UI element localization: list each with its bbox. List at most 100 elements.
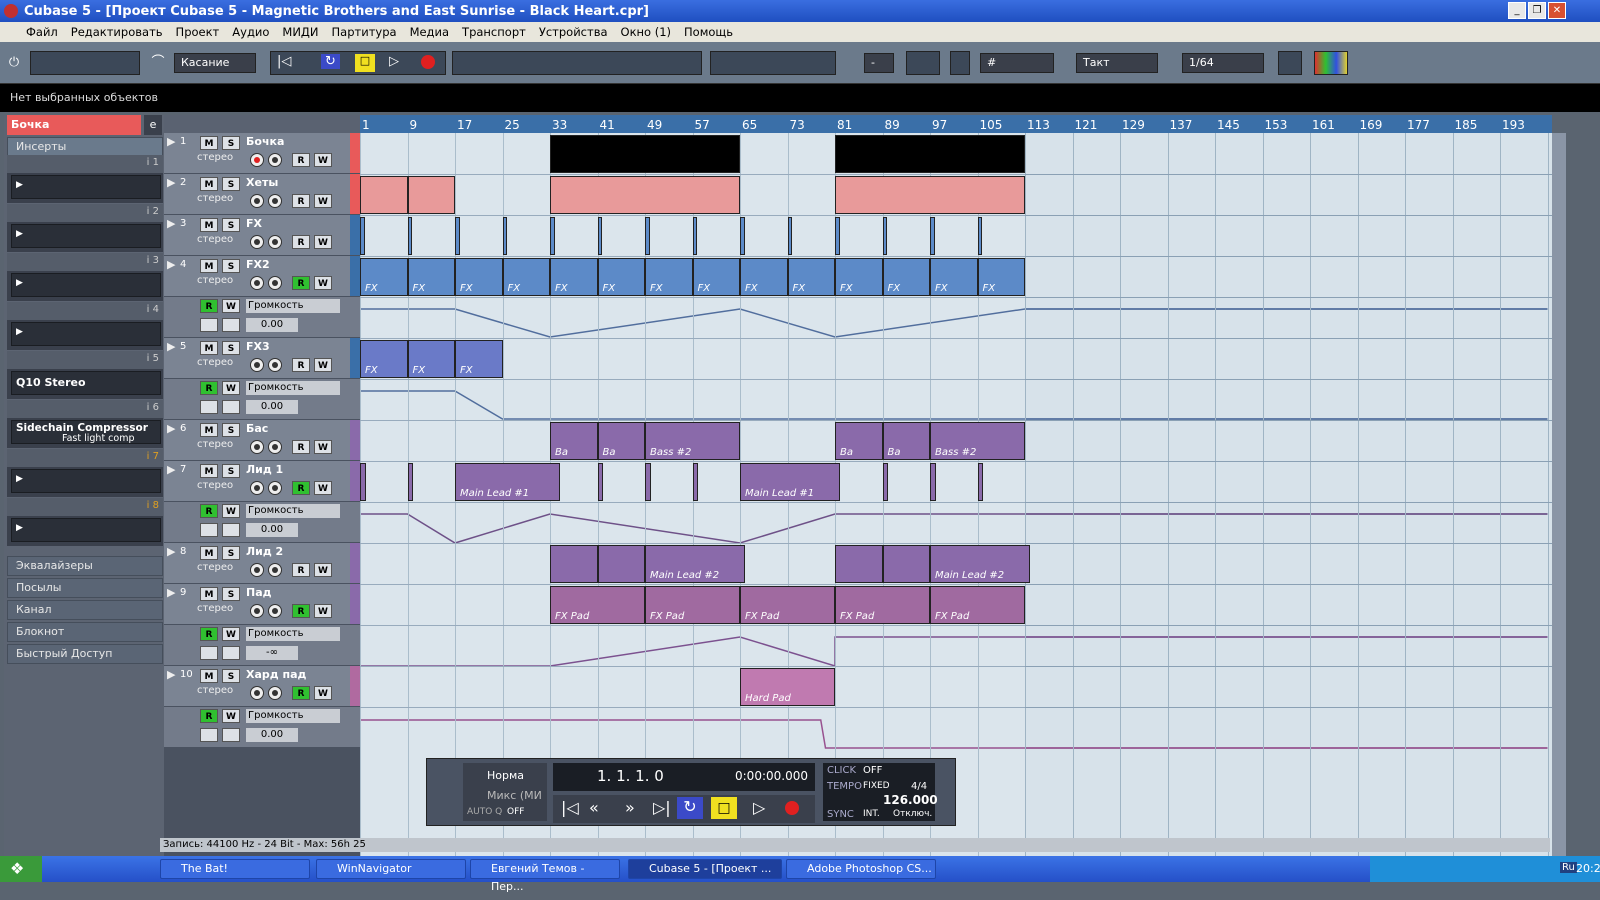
lead-hit-part[interactable]: [930, 463, 936, 501]
automation-mode-select[interactable]: Касание: [174, 53, 256, 73]
monitor-button[interactable]: [268, 235, 282, 249]
write-automation-button[interactable]: W: [314, 194, 332, 208]
track-header[interactable]: ▶ 8 M S Лид 2 стерео R W: [164, 543, 360, 584]
write-automation-button[interactable]: W: [222, 627, 240, 641]
mute-button[interactable]: M: [200, 464, 218, 478]
cycle-icon[interactable]: ↻: [321, 54, 340, 69]
plugin-preset[interactable]: Fast light comp: [62, 433, 135, 444]
inserts-section[interactable]: Инсерты: [7, 137, 163, 157]
expand-arrow-icon[interactable]: ▶: [167, 258, 175, 271]
record-enable-button[interactable]: [250, 153, 264, 167]
write-automation-button[interactable]: W: [314, 604, 332, 618]
edit-instrument-icon[interactable]: e: [144, 115, 162, 135]
automation-lane-header[interactable]: R W Громкость -∞: [164, 625, 360, 666]
read-automation-button[interactable]: R: [292, 358, 310, 372]
bass-part[interactable]: Ba: [882, 422, 930, 460]
taskbar-item[interactable]: Евгений Темов - Пер...: [470, 859, 620, 893]
forward-to-end-icon[interactable]: ▷|: [653, 798, 671, 817]
insert-slot-body[interactable]: ▶: [11, 224, 161, 248]
menu-item[interactable]: Транспорт: [462, 25, 526, 39]
sync-label[interactable]: SYNC: [827, 809, 854, 820]
automation-parameter[interactable]: Громкость: [246, 299, 340, 313]
insert-slot-body[interactable]: Sidechain Compressor Fast light comp: [11, 420, 161, 444]
write-automation-button[interactable]: W: [314, 686, 332, 700]
inspector-section[interactable]: Быстрый Доступ: [7, 644, 163, 664]
read-automation-button[interactable]: R: [292, 276, 310, 290]
tempo-label[interactable]: TEMPO: [827, 781, 862, 792]
read-automation-button[interactable]: R: [200, 299, 218, 313]
record-icon[interactable]: [421, 55, 435, 69]
read-automation-button[interactable]: R: [292, 235, 310, 249]
automation-parameter[interactable]: Громкость: [246, 709, 340, 723]
expand-arrow-icon[interactable]: ▶: [16, 327, 23, 337]
lock-automation-button[interactable]: [222, 400, 240, 414]
monitor-button[interactable]: [268, 604, 282, 618]
automation-lane-header[interactable]: R W Громкость 0.00: [164, 379, 360, 420]
bass-part[interactable]: Bass #2: [645, 422, 740, 460]
expand-arrow-icon[interactable]: ▶: [167, 668, 175, 681]
write-automation-button[interactable]: W: [314, 358, 332, 372]
insert-slot-body[interactable]: ▶: [11, 273, 161, 297]
write-automation-button[interactable]: W: [222, 709, 240, 723]
track-header[interactable]: ▶ 3 M S FX стерео R W: [164, 215, 360, 256]
write-automation-button[interactable]: W: [314, 440, 332, 454]
expand-arrow-icon[interactable]: ▶: [16, 523, 23, 533]
expand-arrow-icon[interactable]: ▶: [16, 229, 23, 239]
lock-automation-button[interactable]: [222, 728, 240, 742]
fx-hit-part[interactable]: [502, 217, 508, 255]
monitor-button[interactable]: [268, 563, 282, 577]
monitor-button[interactable]: [268, 481, 282, 495]
write-automation-button[interactable]: W: [222, 381, 240, 395]
fx-hit-part[interactable]: [360, 217, 365, 255]
insert-slot[interactable]: i 1 ▶: [7, 155, 163, 203]
insert-slot[interactable]: i 7 ▶: [7, 449, 163, 497]
record-enable-button[interactable]: [250, 235, 264, 249]
expand-arrow-icon[interactable]: ▶: [16, 278, 23, 288]
taskbar-item[interactable]: The Bat!: [160, 859, 310, 879]
write-automation-button[interactable]: W: [314, 481, 332, 495]
kick-part[interactable]: [835, 135, 1025, 173]
fx-hit-part[interactable]: [407, 217, 413, 255]
menu-item[interactable]: Помощь: [684, 25, 733, 39]
mute-button[interactable]: M: [200, 259, 218, 273]
bass-part[interactable]: Ba: [835, 422, 883, 460]
mute-button[interactable]: M: [200, 218, 218, 232]
lead2-part[interactable]: [835, 545, 883, 583]
write-automation-button[interactable]: W: [314, 563, 332, 577]
hats-part[interactable]: [835, 176, 1025, 214]
track-header[interactable]: ▶ 7 M S Лид 1 стерео R W: [164, 461, 360, 502]
read-automation-button[interactable]: R: [292, 686, 310, 700]
taskbar-item[interactable]: Cubase 5 - [Проект ...: [628, 859, 782, 879]
window-layout-group[interactable]: [30, 51, 140, 75]
pad-part[interactable]: FX Pad: [645, 586, 740, 624]
grid-type-select[interactable]: Такт: [1076, 53, 1158, 73]
fx-hit-part[interactable]: [597, 217, 603, 255]
lead-hit-part[interactable]: [597, 463, 604, 501]
solo-button[interactable]: S: [222, 259, 240, 273]
taskbar-item[interactable]: WinNavigator: [316, 859, 466, 879]
track-name[interactable]: Хард пад: [246, 668, 306, 681]
write-automation-button[interactable]: W: [314, 235, 332, 249]
bass-part[interactable]: Ba: [550, 422, 598, 460]
monitor-button[interactable]: [268, 358, 282, 372]
fx2-part[interactable]: FX: [407, 258, 455, 296]
fx-hit-part[interactable]: [882, 217, 888, 255]
mute-button[interactable]: M: [200, 177, 218, 191]
track-name[interactable]: Пад: [246, 586, 272, 599]
menu-item[interactable]: Медиа: [410, 25, 449, 39]
expand-arrow-icon[interactable]: ▶: [167, 340, 175, 353]
track-header[interactable]: ▶ 2 M S Хеты стерео R W: [164, 174, 360, 215]
insert-slot-body[interactable]: ▶: [11, 322, 161, 346]
automation-value[interactable]: 0.00: [246, 318, 298, 332]
track-name[interactable]: FX2: [246, 258, 270, 271]
write-automation-button[interactable]: W: [222, 504, 240, 518]
menu-item[interactable]: Партитура: [332, 25, 397, 39]
fx2-part[interactable]: FX: [692, 258, 740, 296]
monitor-button[interactable]: [268, 194, 282, 208]
read-automation-button[interactable]: R: [200, 709, 218, 723]
read-automation-button[interactable]: R: [200, 381, 218, 395]
record-mode[interactable]: Норма: [487, 769, 524, 782]
fx2-part[interactable]: FX: [502, 258, 550, 296]
read-automation-button[interactable]: R: [292, 153, 310, 167]
expand-arrow-icon[interactable]: ▶: [167, 545, 175, 558]
